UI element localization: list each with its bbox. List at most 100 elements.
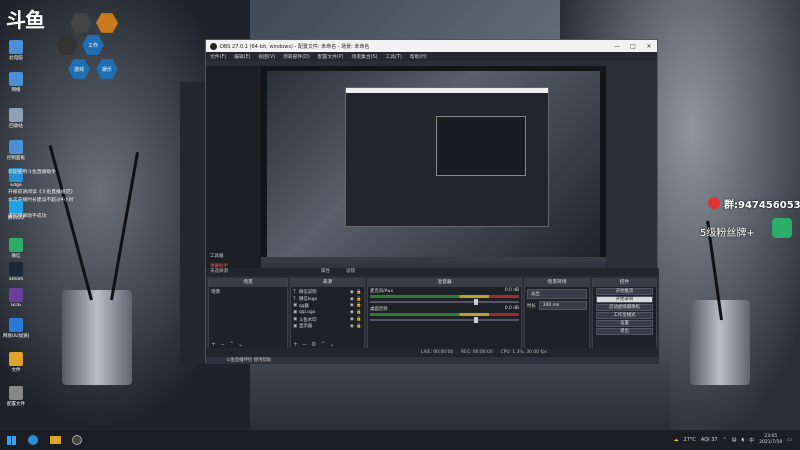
desktop-icon[interactable]: GOG [3,288,29,308]
rec-status: REC: 00:00:00 [461,350,493,355]
menu-tools[interactable]: 工具(T) [386,53,402,60]
menu-file[interactable]: 文件(F) [210,53,226,60]
explorer-taskbar-button[interactable] [44,430,66,450]
desktop-icon[interactable]: 配置文件 [3,386,29,407]
remove-icon[interactable]: − [302,341,307,348]
app-icon [9,288,23,302]
wechat-icon [772,218,792,238]
desktop-icon-label: 此电脑 [9,56,23,61]
preview-canvas[interactable] [261,66,606,294]
edge-taskbar-button[interactable] [22,430,44,450]
minimize-button[interactable]: — [609,43,625,50]
desktop-icon[interactable]: 控制面板 [3,140,29,161]
system-tray: ☁ 27°C AQI 37 ⌃ ▤ ◖ 中 23:05 2021/7/19 ▭ [674,434,800,446]
start-streaming-button[interactable]: 开始推流 [596,288,653,295]
source-item[interactable]: T 微信logo ◉ 🔒 [293,296,362,303]
start-recording-button[interactable]: 开始录制 [596,296,653,303]
add-icon[interactable]: + [293,341,298,348]
down-icon[interactable]: ⌄ [238,341,243,348]
network-icon[interactable]: ▤ [732,437,737,443]
up-icon[interactable]: ⌃ [229,341,234,348]
filters-tab[interactable]: 滤镜 [346,268,355,274]
duration-label: 时长 [527,303,536,309]
menu-edit[interactable]: 编辑(E) [234,53,250,60]
lock-icon[interactable]: 🔒 [356,324,362,329]
notification-icon[interactable]: ▭ [787,437,792,443]
desktop-icon-label: 微信 [11,254,21,259]
aqi-text[interactable]: AQI 37 [701,437,718,443]
desktop-icon[interactable]: 文件 [3,352,29,373]
weather-temp[interactable]: 27°C [684,437,696,443]
source-item[interactable]: ▣ qql.ogo ◉ 🔒 [293,309,362,316]
close-button[interactable]: ✕ [641,43,657,50]
exit-button[interactable]: 退出 [596,328,653,335]
app-icon [9,352,23,366]
source-item[interactable]: ▣ 斗鱼水印 ◉ 🔒 [293,316,362,323]
remove-icon[interactable]: − [220,341,225,348]
transitions-dock: 场景转场 淡出 时长 300 ms [524,278,590,350]
settings-button[interactable]: 设置 [596,320,653,327]
properties-tab[interactable]: 属性 [321,268,330,274]
help-notice[interactable]: 斗鱼直播伴侣 使用帮助 [206,357,659,364]
desktop-icon[interactable]: 网络 [3,72,29,93]
transition-select[interactable]: 淡出 [527,289,587,299]
maximize-button[interactable]: □ [625,43,641,50]
source-item[interactable]: ▣ 显示器 ◉ 🔒 [293,323,362,330]
desktop-icon[interactable]: 此电脑 [3,40,29,61]
chevron-up-icon[interactable]: ⌃ [723,437,727,443]
clock[interactable]: 23:05 2021/7/19 [759,434,782,446]
source-name: qq群 [299,303,309,309]
add-icon[interactable]: + [211,341,216,348]
desktop-icon[interactable]: 微信 [3,238,29,259]
lock-icon[interactable]: 🔒 [356,310,362,315]
ime-indicator[interactable]: 中 [749,437,754,444]
source-toolbar: 未选择源 属性 滤镜 [206,268,659,276]
toolbox-button[interactable]: 工具箱 [206,251,261,261]
desktop-icon-label: 网络 [11,88,21,93]
menu-profile[interactable]: 配置文件(P) [318,53,344,60]
scene-item[interactable]: 场景 [211,289,285,295]
desktop-icon[interactable]: 网易UU加速器 [3,318,29,339]
live-status: LIVE: 00:00:00 [421,350,454,355]
desktop-icon-label: 回收站 [9,124,23,129]
volume-icon[interactable]: ◖ [742,437,745,443]
source-item[interactable]: T 微信说明 ◉ 🔒 [293,289,362,296]
duration-input[interactable]: 300 ms [538,301,587,310]
source-name: 显示器 [299,324,313,330]
source-name: 微信说明 [299,290,317,296]
studio-mode-button[interactable]: 工作室模式 [596,312,653,319]
desktop-icon[interactable]: 回收站 [3,108,29,129]
douyu-assistant-panel [180,82,205,364]
mixer-channel: 桌面音频 0.0 dB [370,306,519,323]
desktop-icon[interactable]: Steam [3,262,29,282]
gear-icon[interactable]: ⚙ [311,341,316,348]
lock-icon[interactable]: 🔒 [356,317,362,322]
obs-titlebar[interactable]: OBS 27.0.1 (64-bit, windows) - 配置文件: 未命名… [206,40,657,52]
qq-group-text: 群:947456053 [724,200,800,211]
lock-icon[interactable]: 🔒 [356,303,362,308]
desktop-icon-label: Steam [8,277,24,282]
volume-meter [370,295,519,298]
fan-badge-text: 5级粉丝牌+ [700,228,755,239]
sources-header: 来源 [291,279,364,287]
virtual-camera-button[interactable]: 启动虚拟摄像机 [596,304,653,311]
menu-help[interactable]: 帮助(H) [410,53,427,60]
start-button[interactable] [0,430,22,450]
up-icon[interactable]: ⌃ [320,341,325,348]
lock-icon[interactable]: 🔒 [356,290,362,295]
lock-icon[interactable]: 🔒 [356,297,362,302]
menu-view[interactable]: 视图(V) [258,53,275,60]
down-icon[interactable]: ⌄ [329,341,334,348]
folder-icon [49,436,61,444]
mixer-channel: 麦克风/Aux 0.0 dB [370,288,519,305]
obs-taskbar-button[interactable] [66,430,88,450]
app-icon [9,318,23,332]
menu-docks[interactable]: 停靠部件(D) [283,53,310,60]
source-name: 斗鱼水印 [299,317,317,323]
source-item[interactable]: ▣ qq群 ◉ 🔒 [293,303,362,310]
app-icon [9,386,23,400]
volume-slider[interactable] [370,317,519,323]
menu-scene-collection[interactable]: 场景集合(S) [352,53,378,60]
app-icon [9,140,23,154]
volume-slider[interactable] [370,299,519,305]
